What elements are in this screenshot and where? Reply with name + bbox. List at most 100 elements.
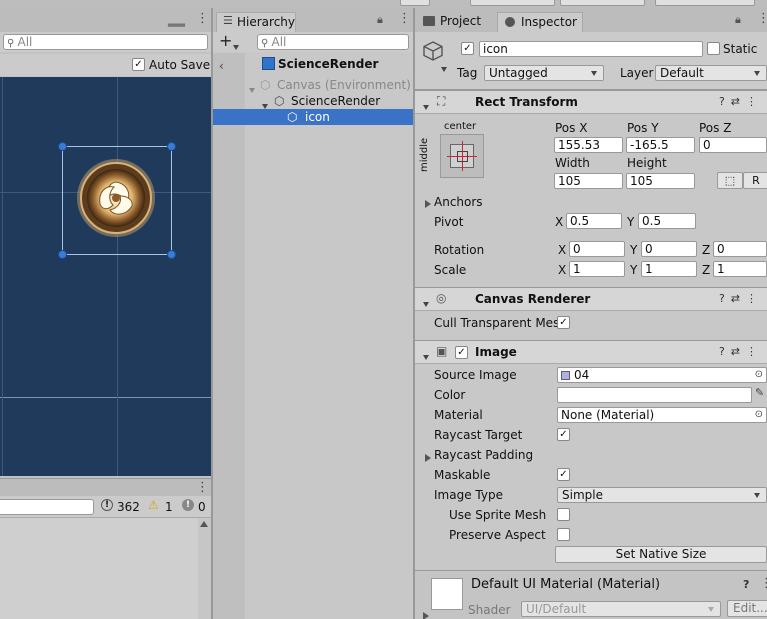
preserve-aspect-checkbox[interactable] — [557, 528, 570, 541]
cull-transparent-checkbox[interactable]: ✓ — [557, 316, 570, 329]
raycast-target-checkbox[interactable]: ✓ — [557, 428, 570, 441]
static-checkbox[interactable] — [707, 42, 720, 55]
edit-shader-button[interactable]: Edit... — [727, 600, 767, 617]
raycast-target-label: Raycast Target — [434, 428, 523, 442]
object-name-input[interactable]: icon — [479, 41, 703, 57]
scene-options-bar: ✓ Auto Save — [0, 54, 211, 76]
rot-z-input[interactable]: 0 — [713, 241, 767, 257]
collapse-arrow-icon[interactable] — [423, 349, 429, 363]
console-error-icon[interactable]: ! — [182, 499, 194, 511]
object-picker-icon[interactable]: ⊙ — [755, 368, 763, 382]
layers-button[interactable] — [560, 0, 645, 6]
object-picker-icon[interactable]: ⊙ — [755, 408, 763, 422]
raycast-padding-label[interactable]: Raycast Padding — [434, 448, 533, 462]
tag-dropdown[interactable]: Untagged — [484, 65, 604, 81]
rot-y-input[interactable]: 0 — [641, 241, 697, 257]
tab-project[interactable]: Project — [419, 12, 495, 32]
collapse-arrow-icon[interactable] — [423, 99, 429, 113]
rect-transform-header[interactable]: ⛶ Rect Transform ?⇄⋮ — [415, 90, 767, 114]
image-enabled-checkbox[interactable]: ✓ — [455, 346, 468, 359]
hierarchy-item-label: ScienceRender — [291, 94, 381, 108]
set-native-size-button[interactable]: Set Native Size — [555, 546, 767, 563]
pivot-y-input[interactable]: 0.5 — [638, 213, 696, 229]
anchor-preset-button[interactable] — [440, 134, 484, 178]
hierarchy-search-input[interactable]: ⚲ All — [257, 34, 409, 50]
width-input[interactable]: 105 — [554, 173, 623, 189]
component-header-icons[interactable]: ?⇄⋮ — [719, 345, 763, 358]
component-header-icons[interactable]: ?⇄⋮ — [719, 292, 763, 305]
console-search-input[interactable] — [0, 499, 94, 515]
collapse-arrow-icon[interactable] — [423, 296, 429, 310]
resize-handle-br[interactable] — [167, 250, 176, 259]
layout-button[interactable] — [655, 0, 755, 6]
resize-handle-tr[interactable] — [167, 142, 176, 151]
scale-z-input[interactable]: 1 — [713, 261, 767, 277]
image-header[interactable]: ▣ ✓ Image ?⇄⋮ — [415, 340, 767, 364]
auto-save-checkbox[interactable]: ✓ — [132, 58, 145, 71]
pivot-y-label: Y — [627, 215, 635, 229]
console-warn-count: 1 — [165, 500, 173, 514]
layer-dropdown[interactable]: Default — [655, 65, 767, 81]
console-info-icon[interactable]: ! — [101, 499, 113, 511]
scene-more-icon[interactable]: ⋮ — [196, 11, 209, 26]
hierarchy-item-sciencerender[interactable]: ⬡ ScienceRender — [245, 93, 413, 109]
shader-dropdown[interactable]: UI/Default — [521, 601, 721, 617]
auto-save-label: Auto Save — [149, 58, 211, 72]
pos-y-input[interactable]: -165.5 — [626, 137, 695, 153]
scroll-up-icon[interactable] — [200, 521, 208, 527]
pivot-x-input[interactable]: 0.5 — [566, 213, 622, 229]
resize-handle-tl[interactable] — [58, 142, 67, 151]
blueprint-mode-button[interactable]: ⬚ — [717, 172, 743, 189]
hierarchy-item-icon-selected[interactable]: ⬡ icon — [213, 109, 413, 125]
console-warn-icon[interactable]: ⚠ — [148, 498, 159, 512]
active-checkbox[interactable]: ✓ — [461, 42, 474, 55]
pos-z-input[interactable]: 0 — [699, 137, 767, 153]
console-scrollbar[interactable] — [198, 518, 211, 619]
scene-canvas[interactable] — [0, 77, 211, 476]
hierarchy-item-canvas-environment[interactable]: ⬡ Canvas (Environment) — [245, 77, 413, 93]
hierarchy-lock-icon[interactable]: 🔒︎ — [377, 13, 383, 27]
hierarchy-more-icon[interactable]: ⋮ — [398, 11, 411, 26]
grid-line — [0, 397, 211, 398]
collab-icon[interactable] — [400, 0, 430, 6]
add-icon[interactable]: + — [219, 31, 232, 50]
scene-search-input[interactable]: ⚲ All — [3, 34, 208, 50]
rot-x-input[interactable]: 0 — [569, 241, 625, 257]
scale-y-input[interactable]: 1 — [641, 261, 697, 277]
source-image-field[interactable]: 04 ⊙ — [557, 367, 767, 383]
hierarchy-list-icon: ☰ — [223, 14, 233, 27]
more-icon[interactable]: ⋮ — [760, 576, 767, 591]
inspector-lock-icon[interactable]: 🔒︎ — [735, 13, 741, 27]
account-button[interactable] — [470, 0, 555, 6]
scale-x-input[interactable]: 1 — [569, 261, 625, 277]
icon-sprite[interactable] — [76, 158, 156, 238]
resize-handle-bl[interactable] — [58, 250, 67, 259]
console-error-count: 0 — [198, 500, 206, 514]
expand-arrow-icon[interactable] — [425, 451, 431, 465]
pos-x-input[interactable]: 155.53 — [554, 137, 623, 153]
back-arrow-icon[interactable]: ‹ — [219, 59, 224, 73]
use-sprite-mesh-checkbox[interactable] — [557, 508, 570, 521]
height-input[interactable]: 105 — [626, 173, 695, 189]
gameobject-cube-icon: ⬡ — [274, 94, 285, 108]
icon-dropdown-icon[interactable] — [441, 61, 447, 75]
eyedropper-icon[interactable]: ✎ — [755, 386, 764, 399]
color-field[interactable] — [557, 387, 752, 403]
tab-inspector[interactable]: Inspector — [497, 12, 583, 32]
add-dropdown-icon[interactable] — [233, 39, 239, 53]
hierarchy-tab[interactable]: ☰ Hierarchy — [216, 12, 296, 32]
expand-arrow-icon[interactable] — [423, 609, 429, 619]
maskable-checkbox[interactable]: ✓ — [557, 468, 570, 481]
raw-edit-button[interactable]: R — [743, 172, 767, 189]
anchors-label[interactable]: Anchors — [434, 195, 483, 209]
console-more-icon[interactable]: ⋮ — [196, 480, 209, 495]
help-icon[interactable]: ? — [743, 578, 749, 591]
canvas-renderer-header[interactable]: ◎ Canvas Renderer ?⇄⋮ — [415, 287, 767, 311]
scene-resize-icon[interactable]: ▂▂ — [168, 14, 185, 27]
component-header-icons[interactable]: ?⇄⋮ — [719, 95, 763, 108]
hierarchy-scene-header[interactable]: ScienceRender — [245, 56, 413, 73]
material-field[interactable]: None (Material) ⊙ — [557, 407, 767, 423]
expand-arrow-icon[interactable] — [425, 197, 431, 211]
inspector-more-icon[interactable]: ⋮ — [757, 11, 767, 26]
image-type-dropdown[interactable]: Simple — [557, 487, 767, 503]
